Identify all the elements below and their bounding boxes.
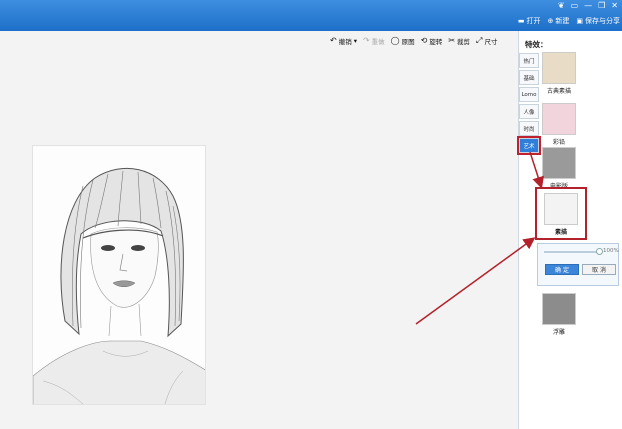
- tab-art[interactable]: 艺术: [517, 136, 541, 155]
- new-button[interactable]: ⊕ 新建: [548, 16, 570, 26]
- skin-icon[interactable]: ❦: [558, 1, 565, 10]
- open-button[interactable]: ▬ 打开: [518, 16, 541, 26]
- tab-lomo[interactable]: Lomo: [519, 87, 539, 102]
- cancel-button[interactable]: 取 消: [582, 264, 616, 275]
- original-button[interactable]: ◯ 原图: [390, 36, 415, 47]
- effect-thumbnail: [542, 147, 576, 179]
- category-tabs: 热门 基础 Lomo 人像 时尚 艺术: [517, 53, 541, 155]
- folder-icon: ▬: [517, 17, 525, 25]
- tab-hot[interactable]: 热门: [519, 53, 539, 68]
- new-label: 新建: [555, 17, 570, 25]
- close-button[interactable]: ✕: [611, 1, 618, 10]
- save-icon: ▣: [576, 17, 583, 25]
- save-share-label: 保存与分享: [585, 17, 620, 25]
- undo-icon: ↶: [330, 36, 337, 45]
- crop-button[interactable]: ✂ 裁剪: [448, 36, 471, 47]
- rotate-label: 旋转: [429, 38, 443, 46]
- circle-icon: ◯: [390, 36, 400, 45]
- edit-toolbar: ↶ 撤销 ▾ ↷ 重做 ◯ 原图 ⟲ 旋转 ✂ 裁剪 ⤢ 尺寸: [330, 36, 498, 47]
- sketch-portrait: [33, 167, 205, 404]
- open-label: 打开: [526, 17, 541, 25]
- tab-portrait[interactable]: 人像: [519, 104, 539, 119]
- effect-thumbnail: [542, 293, 576, 325]
- selected-effect-highlight: [535, 187, 587, 240]
- redo-icon: ↷: [362, 36, 370, 45]
- effect-color-pencil[interactable]: 彩铅: [541, 103, 577, 146]
- confirm-button[interactable]: 确 定: [545, 264, 579, 275]
- plus-circle-icon: ⊕: [547, 17, 554, 25]
- tab-fashion[interactable]: 时尚: [519, 121, 539, 136]
- effect-classic-sketch[interactable]: 古典素描: [541, 52, 577, 95]
- intensity-slider[interactable]: [544, 248, 603, 255]
- crop-label: 裁剪: [457, 38, 471, 46]
- chevron-down-icon[interactable]: ▾: [354, 37, 357, 45]
- effect-emboss[interactable]: 浮雕: [541, 293, 577, 336]
- save-share-button[interactable]: ▣ 保存与分享: [576, 16, 620, 26]
- redo-button[interactable]: ↷ 重做: [362, 36, 385, 47]
- scissors-icon: ✂: [448, 36, 456, 45]
- effect-label: 浮雕: [552, 329, 565, 336]
- edited-photo[interactable]: [32, 145, 206, 405]
- slider-handle[interactable]: [596, 248, 603, 255]
- effect-label: 古典素描: [546, 88, 571, 95]
- resize-label: 尺寸: [484, 38, 498, 46]
- effect-film[interactable]: 电影版: [541, 147, 577, 190]
- top-actions: ▬ 打开 ⊕ 新建 ▣ 保存与分享: [518, 16, 620, 26]
- undo-button[interactable]: ↶ 撤销 ▾: [330, 36, 357, 47]
- resize-button[interactable]: ⤢ 尺寸: [476, 36, 498, 47]
- resize-icon: ⤢: [476, 36, 483, 45]
- undo-label: 撤销: [338, 38, 352, 46]
- intensity-percent: 100%: [603, 248, 619, 254]
- title-bar: ❦ ▭ — ❐ ✕ ▬ 打开 ⊕ 新建 ▣ 保存与分享: [0, 0, 622, 31]
- minimize-button[interactable]: —: [584, 1, 592, 10]
- rotate-icon: ⟲: [420, 36, 428, 45]
- window-controls: ❦ ▭ — ❐ ✕: [558, 1, 618, 10]
- effect-thumbnail: [542, 103, 576, 135]
- effect-adjust-popup: 100% 确 定 取 消: [537, 243, 619, 286]
- tab-basic[interactable]: 基础: [519, 70, 539, 85]
- message-icon[interactable]: ▭: [571, 1, 579, 10]
- effect-label: 彩铅: [552, 139, 565, 146]
- restore-button[interactable]: ❐: [598, 1, 605, 10]
- panel-title: 特效：: [525, 40, 548, 49]
- rotate-button[interactable]: ⟲ 旋转: [420, 36, 443, 47]
- original-label: 原图: [401, 38, 415, 46]
- redo-label: 重做: [371, 38, 385, 46]
- effect-thumbnail: [542, 52, 576, 84]
